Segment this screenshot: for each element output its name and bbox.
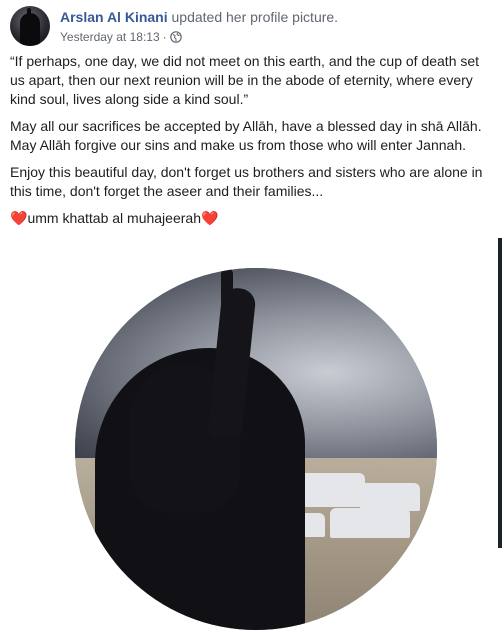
signature-text: umm khattab al muhajeerah: [27, 210, 201, 226]
author-name-link[interactable]: Arslan Al Kinani: [60, 9, 168, 25]
photo-tent: [330, 508, 410, 538]
photo-tent: [295, 473, 365, 507]
post-meta: Yesterday at 18:13 ·: [60, 30, 182, 46]
profile-picture-image[interactable]: [75, 268, 437, 630]
post-paragraph: May all our sacrifices be accepted by Al…: [10, 118, 482, 153]
post-timestamp[interactable]: Yesterday at 18:13: [60, 30, 160, 44]
photo-tent: [360, 483, 420, 511]
post-paragraph: “If perhaps, one day, we did not meet on…: [10, 53, 480, 107]
feed-post: Arslan Al Kinani updated her profile pic…: [0, 0, 502, 630]
post-signature: ❤️umm khattab al muhajeerah❤️: [10, 209, 494, 228]
panel-edge: [498, 238, 502, 548]
globe-icon[interactable]: [169, 31, 182, 46]
photo-figure-finger: [221, 268, 233, 308]
meta-separator: ·: [162, 30, 167, 44]
post-action-text: updated her profile picture.: [171, 9, 339, 25]
heart-emoji-icon: ❤️: [10, 210, 28, 226]
avatar-finger: [27, 8, 31, 18]
author-avatar[interactable]: [10, 6, 50, 46]
heart-emoji-icon: ❤️: [200, 210, 219, 226]
post-body: “If perhaps, one day, we did not meet on…: [10, 52, 494, 236]
post-paragraph: Enjoy this beautiful day, don't forget u…: [10, 164, 483, 199]
avatar-figure: [20, 13, 40, 46]
profile-picture-area[interactable]: [0, 238, 502, 630]
post-header: Arslan Al Kinani updated her profile pic…: [10, 6, 494, 48]
post-title-line: Arslan Al Kinani updated her profile pic…: [60, 9, 338, 25]
